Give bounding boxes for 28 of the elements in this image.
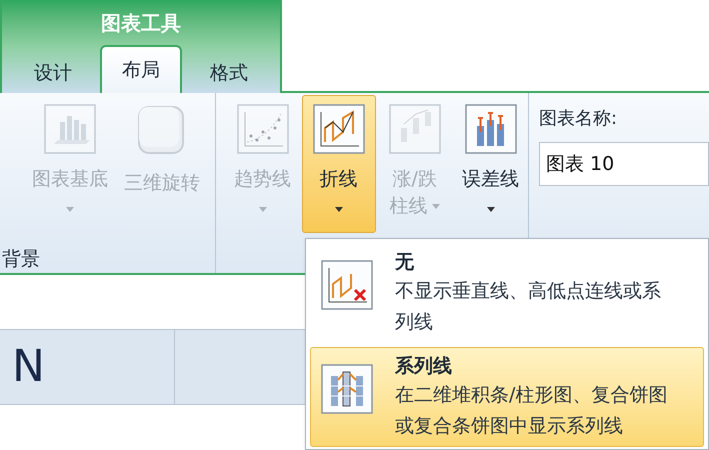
ribbon-tab[interactable]: 格式	[188, 53, 270, 93]
menu-item-description: 在二维堆积条/柱形图、复合饼图或复合条饼图中显示系列线	[395, 383, 668, 439]
caret-icon	[66, 207, 74, 212]
column-header[interactable]: N	[0, 330, 175, 404]
contextual-tab-title: 图表工具	[100, 10, 182, 36]
scatter-trend-icon	[236, 104, 289, 154]
menu-item-title: 系列线	[395, 354, 453, 379]
menu-item-description: 不显示垂直线、高低点连线或系列线	[395, 279, 662, 335]
chart-base-icon	[44, 104, 96, 154]
ribbon-tab[interactable]: 布局	[100, 45, 182, 93]
group-label: 背景	[1, 247, 41, 272]
menu-item[interactable]: 系列线 在二维堆积条/柱形图、复合饼图或复合条饼图中显示系列线	[310, 347, 704, 447]
series-lines-icon	[321, 364, 373, 414]
caret-icon	[432, 204, 440, 209]
error-bars-icon	[464, 104, 517, 154]
ribbon-button[interactable]: 折线	[302, 95, 376, 233]
ribbon-button[interactable]: 误差线	[454, 95, 528, 233]
caret-icon	[334, 207, 343, 212]
no-lines-icon	[321, 260, 373, 310]
menu-item-title: 无	[395, 250, 415, 275]
caret-icon	[486, 207, 495, 212]
chart-name-label: 图表名称:	[539, 107, 618, 131]
line-chart-icon	[312, 104, 365, 154]
up-down-bars-icon	[388, 104, 441, 154]
caret-icon	[258, 207, 267, 212]
chart-name-field[interactable]: 图表 10	[539, 142, 709, 186]
menu-item[interactable]: 无 不显示垂直线、高低点连线或系列线	[310, 243, 704, 343]
ribbon-tab[interactable]: 设计	[12, 53, 94, 93]
